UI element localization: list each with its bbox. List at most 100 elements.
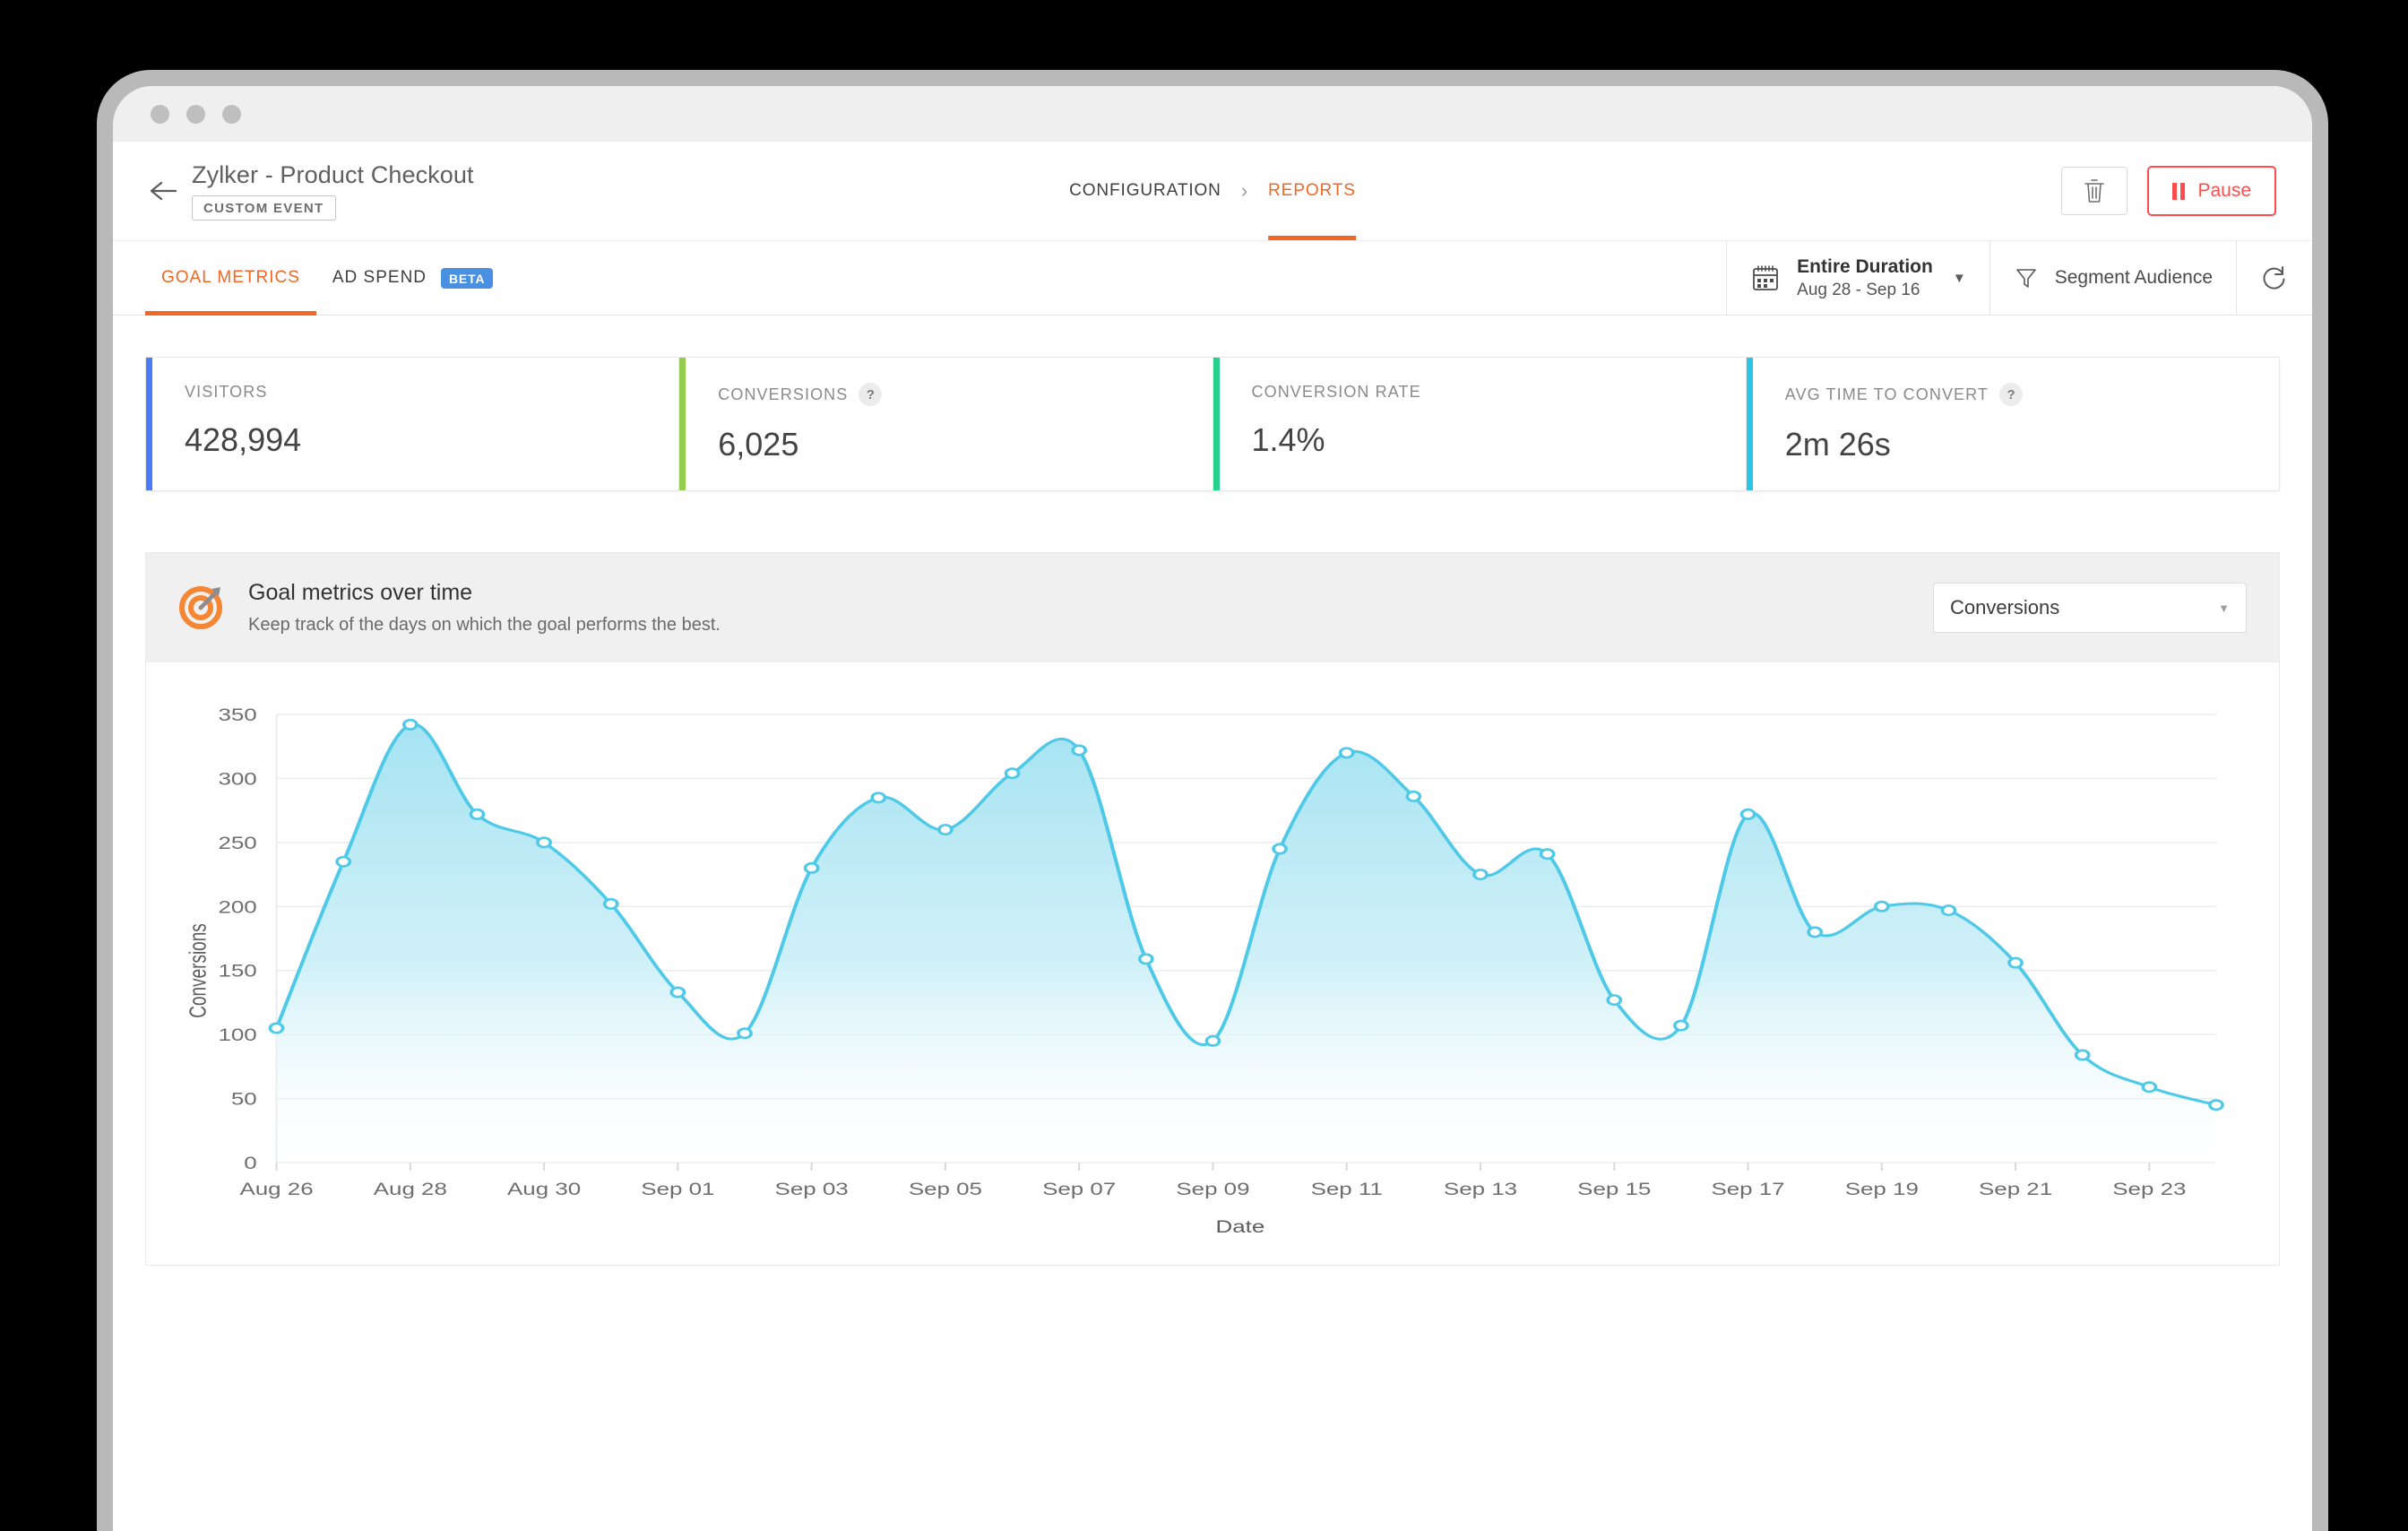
kpi-card-conversion-rate: CONVERSION RATE 1.4%	[1213, 358, 1747, 490]
data-point-marker[interactable]	[1206, 1036, 1219, 1045]
data-point-marker[interactable]	[1140, 955, 1152, 964]
chart-area: 050100150200250300350 Aug 26Aug 28Aug 30…	[146, 662, 2279, 1265]
conversions-area-chart[interactable]: 050100150200250300350 Aug 26Aug 28Aug 30…	[164, 702, 2243, 1240]
data-point-marker[interactable]	[2009, 958, 2022, 967]
tab-goal-metrics-label: GOAL METRICS	[161, 268, 300, 288]
svg-text:Sep 23: Sep 23	[2112, 1179, 2186, 1198]
tab-goal-metrics[interactable]: GOAL METRICS	[145, 241, 316, 315]
back-arrow-icon[interactable]	[145, 173, 181, 209]
breadcrumb-reports[interactable]: REPORTS	[1268, 142, 1356, 240]
tab-bar: GOAL METRICS AD SPEND BETA	[113, 240, 2312, 316]
data-point-marker[interactable]	[1741, 809, 1754, 818]
kpi-card-visitors: VISITORS 428,994	[146, 358, 679, 490]
data-point-marker[interactable]	[1608, 995, 1620, 1004]
kpi-value-avg-time-to-convert: 2m 26s	[1785, 426, 2023, 463]
data-point-marker[interactable]	[671, 988, 684, 997]
pause-button[interactable]: Pause	[2147, 166, 2276, 216]
x-axis-ticks: Aug 26Aug 28Aug 30Sep 01Sep 03Sep 05Sep …	[239, 1163, 2186, 1198]
data-point-marker[interactable]	[806, 863, 818, 872]
svg-text:50: 50	[231, 1089, 257, 1109]
chevron-right-icon: ›	[1241, 179, 1248, 203]
metric-select-value: Conversions	[1950, 596, 2059, 619]
pause-icon	[2172, 183, 2185, 200]
data-point-marker[interactable]	[2210, 1101, 2222, 1110]
data-point-marker[interactable]	[270, 1024, 282, 1033]
date-range-picker[interactable]: Entire Duration Aug 28 - Sep 16 ▼	[1727, 241, 1990, 315]
data-point-marker[interactable]	[1005, 769, 1018, 778]
refresh-button[interactable]	[2237, 241, 2312, 315]
segment-audience-label: Segment Audience	[2055, 267, 2213, 289]
filter-icon	[2014, 265, 2039, 290]
data-point-marker[interactable]	[2143, 1083, 2155, 1092]
breadcrumb-configuration[interactable]: CONFIGURATION	[1069, 181, 1221, 201]
data-point-marker[interactable]	[1474, 869, 1487, 878]
metric-select[interactable]: Conversions ▼	[1933, 583, 2247, 633]
data-point-marker[interactable]	[1942, 905, 1955, 914]
tab-ad-spend[interactable]: AD SPEND BETA	[316, 241, 509, 315]
trash-icon	[2083, 177, 2106, 204]
help-icon-avg-time-to-convert[interactable]: ?	[1999, 383, 2023, 406]
kpi-row: VISITORS 428,994 CONVERSIONS ? 6,025	[145, 357, 2280, 491]
svg-text:Sep 01: Sep 01	[641, 1179, 714, 1198]
svg-text:150: 150	[218, 961, 256, 981]
traffic-dot-maximize[interactable]	[222, 105, 241, 124]
chart-subtitle: Keep track of the days on which the goal…	[248, 615, 721, 636]
kpi-value-conversion-rate: 1.4%	[1252, 421, 1421, 459]
data-point-marker[interactable]	[939, 825, 952, 834]
refresh-icon	[2260, 264, 2289, 292]
data-point-marker[interactable]	[470, 809, 483, 818]
data-point-marker[interactable]	[1273, 844, 1286, 853]
kpi-body: VISITORS 428,994	[152, 358, 301, 490]
x-axis-label: Date	[1216, 1216, 1265, 1236]
data-point-marker[interactable]	[337, 857, 350, 866]
y-axis-label: Conversions	[184, 923, 211, 1018]
kpi-accent-visitors	[146, 358, 152, 490]
area-fill	[277, 724, 2216, 1163]
data-point-marker[interactable]	[1407, 791, 1420, 800]
breadcrumb: CONFIGURATION › REPORTS	[1069, 142, 1356, 240]
chart-panel: Goal metrics over time Keep track of the…	[145, 552, 2280, 1266]
segment-audience-button[interactable]: Segment Audience	[1990, 241, 2237, 315]
kpi-label-visitors: VISITORS	[185, 383, 268, 402]
goal-target-icon	[178, 582, 227, 635]
calendar-icon	[1750, 263, 1781, 293]
data-point-marker[interactable]	[738, 1029, 751, 1038]
data-point-marker[interactable]	[404, 720, 417, 729]
svg-text:100: 100	[218, 1025, 256, 1045]
kpi-label-conversions: CONVERSIONS	[718, 385, 848, 404]
data-point-marker[interactable]	[1541, 850, 1554, 859]
svg-text:Sep 19: Sep 19	[1845, 1179, 1919, 1198]
data-point-marker[interactable]	[1876, 902, 1888, 911]
kpi-label-row: VISITORS	[185, 383, 301, 402]
delete-button[interactable]	[2061, 167, 2127, 215]
header-actions: Pause	[2061, 166, 2276, 216]
traffic-dot-close[interactable]	[151, 105, 169, 124]
svg-text:Sep 03: Sep 03	[775, 1179, 849, 1198]
svg-text:Aug 26: Aug 26	[239, 1179, 313, 1198]
y-axis-ticks: 050100150200250300350	[218, 705, 256, 1172]
data-point-marker[interactable]	[538, 838, 550, 847]
data-point-marker[interactable]	[1675, 1021, 1687, 1030]
kpi-body: CONVERSIONS ? 6,025	[686, 358, 882, 490]
report-content: VISITORS 428,994 CONVERSIONS ? 6,025	[113, 316, 2312, 1531]
kpi-body: CONVERSION RATE 1.4%	[1220, 358, 1421, 490]
chevron-down-icon[interactable]: ▼	[1953, 271, 1966, 286]
data-point-marker[interactable]	[1073, 746, 1085, 755]
kpi-label-conversion-rate: CONVERSION RATE	[1252, 383, 1421, 402]
title-block: Zylker - Product Checkout CUSTOM EVENT	[192, 161, 474, 221]
device-screen: Zylker - Product Checkout CUSTOM EVENT C…	[113, 86, 2312, 1531]
report-toolbar: Entire Duration Aug 28 - Sep 16 ▼ Segmen…	[1726, 241, 2312, 315]
date-range-text: Entire Duration Aug 28 - Sep 16	[1797, 256, 1933, 300]
kpi-label-row: AVG TIME TO CONVERT ?	[1785, 383, 2023, 406]
data-point-marker[interactable]	[1808, 928, 1821, 937]
chart-title: Goal metrics over time	[248, 580, 721, 606]
data-point-marker[interactable]	[2076, 1051, 2089, 1060]
date-range-label: Entire Duration	[1797, 256, 1933, 278]
data-point-marker[interactable]	[605, 899, 617, 908]
data-point-marker[interactable]	[872, 793, 885, 802]
help-icon-conversions[interactable]: ?	[859, 383, 882, 406]
traffic-dot-minimize[interactable]	[186, 105, 205, 124]
data-point-marker[interactable]	[1341, 748, 1353, 757]
svg-text:Sep 15: Sep 15	[1577, 1179, 1651, 1198]
app-header: Zylker - Product Checkout CUSTOM EVENT C…	[113, 142, 2312, 240]
